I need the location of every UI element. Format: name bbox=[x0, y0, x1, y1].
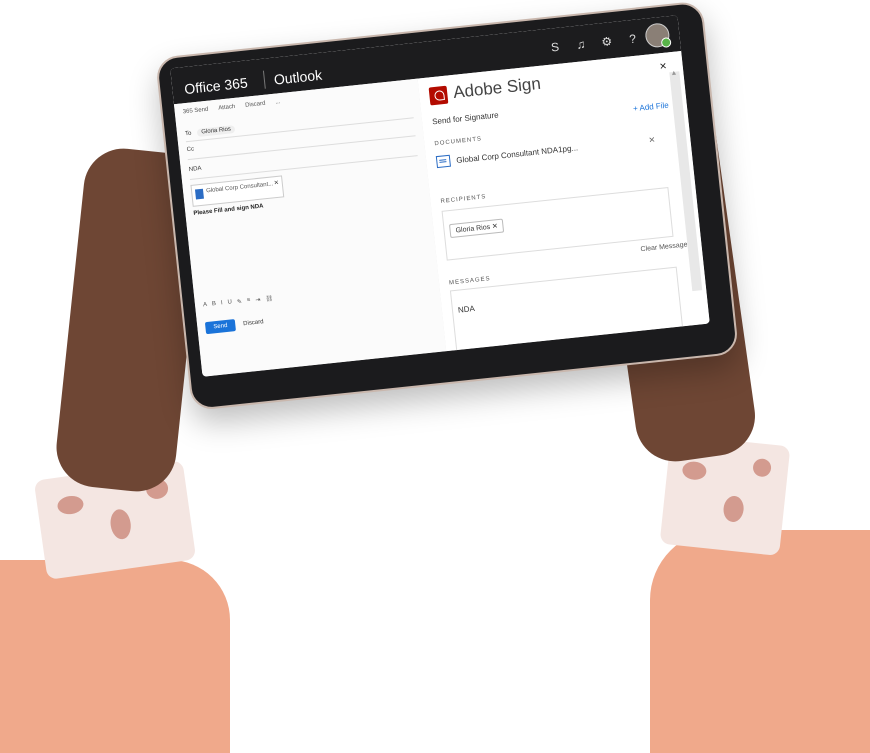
compose-actions: Send Discard bbox=[204, 316, 264, 335]
document-name: Global Corp Consultant NDA1pg... bbox=[455, 142, 579, 165]
avatar[interactable] bbox=[644, 22, 671, 49]
brand-divider bbox=[262, 70, 266, 89]
add-file-link[interactable]: + Add File bbox=[633, 101, 670, 114]
documents-label: DOCUMENTS bbox=[434, 136, 483, 148]
close-icon[interactable]: × bbox=[659, 59, 667, 74]
font-size-icon[interactable]: A bbox=[203, 302, 208, 314]
underline-icon[interactable]: U bbox=[227, 299, 233, 311]
recipients-label: RECIPIENTS bbox=[440, 194, 487, 205]
highlight-icon[interactable]: ✎ bbox=[237, 298, 243, 310]
left-sleeve bbox=[0, 560, 230, 753]
office-brand[interactable]: Office 365 bbox=[184, 74, 249, 97]
send-command[interactable]: 365 Send bbox=[183, 107, 209, 116]
panel-title: Adobe Sign bbox=[452, 73, 542, 102]
photo-scene: Office 365 Outlook S ♫ ⚙ ? 365 Send Atta… bbox=[0, 0, 870, 753]
adobe-sign-panel: Adobe Sign × Send for Signature + Add Fi… bbox=[417, 50, 710, 353]
document-icon bbox=[435, 154, 451, 169]
gear-icon[interactable]: ⚙ bbox=[599, 34, 614, 49]
more-command[interactable]: ... bbox=[275, 99, 281, 105]
message-value: NDA bbox=[457, 303, 476, 315]
tablet-screen: Office 365 Outlook S ♫ ⚙ ? 365 Send Atta… bbox=[170, 15, 710, 377]
link-icon[interactable]: ⛓ bbox=[265, 295, 274, 308]
help-icon[interactable]: ? bbox=[625, 31, 640, 47]
send-button[interactable]: Send bbox=[204, 319, 236, 335]
bell-icon[interactable]: ♫ bbox=[573, 37, 588, 52]
adobe-sign-logo-icon bbox=[428, 85, 449, 106]
messages-label: MESSAGES bbox=[448, 276, 491, 287]
to-recipient-chip[interactable]: Gloria Rios bbox=[196, 125, 236, 137]
skype-icon[interactable]: S bbox=[547, 39, 562, 55]
word-doc-icon bbox=[194, 188, 204, 200]
send-for-signature-label: Send for Signature bbox=[431, 110, 500, 127]
document-item[interactable]: Global Corp Consultant NDA1pg... ✕ bbox=[435, 130, 656, 171]
list-icon[interactable]: ≡ bbox=[247, 297, 252, 309]
discard-button[interactable]: Discard bbox=[243, 319, 264, 327]
remove-attachment-icon[interactable]: × bbox=[274, 178, 280, 187]
clear-message-link[interactable]: Clear Message bbox=[640, 241, 688, 253]
indent-icon[interactable]: ⇥ bbox=[255, 296, 261, 308]
format-toolbar: A B I U ✎ ≡ ⇥ ⛓ bbox=[203, 278, 432, 314]
italic-icon[interactable]: I bbox=[221, 300, 224, 312]
bold-icon[interactable]: B bbox=[212, 301, 217, 313]
app-name[interactable]: Outlook bbox=[273, 67, 323, 88]
tablet-device: Office 365 Outlook S ♫ ⚙ ? 365 Send Atta… bbox=[155, 0, 740, 412]
compose-pane: 365 Send Attach Discard ... To Gloria Ri… bbox=[173, 78, 448, 377]
attachment-name: Global Corp Consultant... bbox=[205, 181, 274, 195]
attach-command[interactable]: Attach bbox=[218, 104, 236, 112]
to-label: To bbox=[184, 130, 192, 138]
remove-document-icon[interactable]: ✕ bbox=[648, 135, 656, 145]
cc-label: Cc bbox=[186, 146, 195, 154]
discard-command[interactable]: Discard bbox=[245, 101, 266, 109]
right-sleeve bbox=[650, 530, 870, 753]
